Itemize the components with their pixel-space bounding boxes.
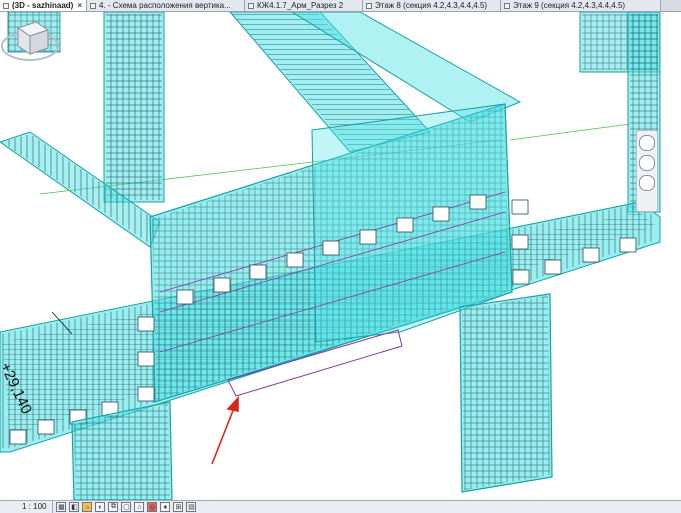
tab-label: КЖ4.1.7_Арм_Разрез 2 [257,1,344,10]
model-graphics-icon[interactable]: ▦ [56,502,67,512]
visual-style-icon[interactable]: ◧ [69,502,80,512]
tab-label: (3D - sazhinaad) [12,1,74,10]
section-view-icon [248,2,255,9]
zoom-icon[interactable] [639,155,655,171]
steering-wheel-icon[interactable] [639,135,655,151]
3d-view-icon [3,2,9,9]
tab-label: 4. - Схема расположения вертика... [99,1,231,10]
plan-view-icon [366,2,373,9]
tab-floor-8[interactable]: Этаж 8 (секция 4.2,4.3,4.4,4.5) [363,0,502,11]
tab-label: Этаж 8 (секция 4.2,4.3,4.4,4.5) [375,1,488,10]
view-scale[interactable]: 1 : 100 [0,501,54,513]
highlight-displacement-icon[interactable]: ▤ [186,502,197,512]
lock-3d-icon[interactable]: ⌂ [134,502,145,512]
tab-vertical-layout-scheme[interactable]: 4. - Схема расположения вертика... [87,0,246,11]
sheet-view-icon [90,2,97,9]
viewcube[interactable] [0,12,60,68]
model-canvas [0,12,661,500]
column-upper [103,12,165,203]
tab-label: Этаж 9 (секция 4.2,4.3,4.4,4.5) [513,1,626,10]
temporary-hide-icon[interactable]: ◎ [147,502,158,512]
reveal-hidden-icon[interactable]: ♦ [160,502,171,512]
grid-line [509,123,631,141]
shadows-icon[interactable]: ◐ [95,502,106,512]
column-lower-right [459,293,553,493]
plan-view-icon [504,2,511,9]
red-arrow [211,395,239,465]
tab-floor-9[interactable]: Этаж 9 (секция 4.2,4.3,4.4,4.5) [501,0,662,11]
navigation-bar[interactable] [636,130,658,212]
view-tab-bar: (3D - sazhinaad) × 4. - Схема расположен… [0,0,681,12]
tab-section-2[interactable]: КЖ4.1.7_Арм_Разрез 2 [245,0,364,11]
tab-3d-view[interactable]: (3D - sazhinaad) × [0,0,88,11]
pan-icon[interactable] [639,175,655,191]
show-crop-icon[interactable]: ▢ [121,502,132,512]
close-icon[interactable]: × [77,0,82,11]
crop-view-icon[interactable]: ⧉ [108,502,119,512]
sun-path-icon[interactable]: ☼ [82,502,93,512]
3d-viewport[interactable] [0,12,681,500]
analytical-model-icon[interactable]: ⊞ [173,502,184,512]
view-control-bar: 1 : 100 ▦ ◧ ☼ ◐ ⧉ ▢ ⌂ ◎ ♦ ⊞ ▤ [0,500,681,513]
